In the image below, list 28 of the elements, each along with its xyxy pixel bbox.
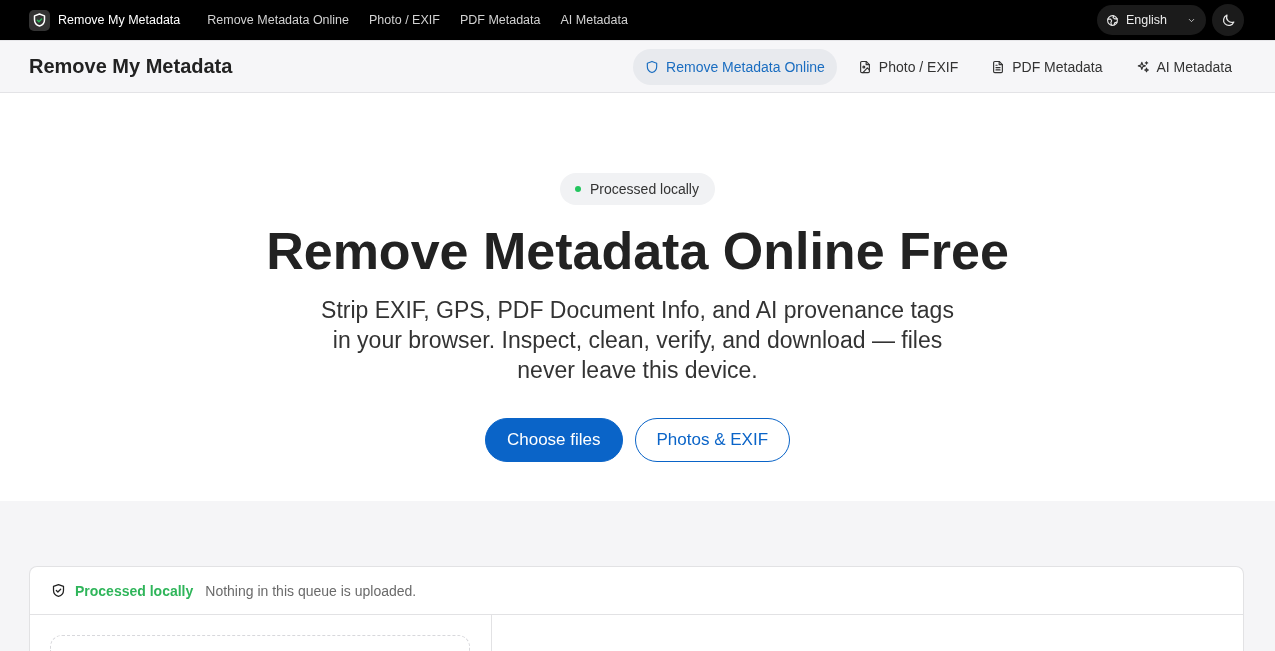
globe-icon: [1106, 13, 1119, 27]
status-dot-icon: [575, 186, 582, 192]
brand-link[interactable]: Remove My Metadata: [29, 9, 181, 31]
document-icon: [991, 59, 1006, 74]
nav-tab[interactable]: AI Metadata: [1123, 48, 1244, 85]
site-title: Remove My Metadata: [29, 55, 233, 78]
status-note: Nothing in this queue is uploaded.: [205, 582, 417, 599]
top-nav-link[interactable]: Remove Metadata Online: [207, 13, 350, 27]
language-select[interactable]: English: [1097, 5, 1206, 35]
hero-heading: Remove Metadata Online Free: [266, 221, 1009, 282]
status-label: Processed locally: [75, 582, 194, 599]
image-file-icon: [857, 59, 872, 74]
nav-tab[interactable]: Photo / EXIF: [845, 48, 971, 85]
moon-icon: [1220, 12, 1236, 28]
theme-toggle-button[interactable]: [1212, 4, 1244, 36]
hero-description: Strip EXIF, GPS, PDF Document Info, and AI provenance tags in your browser. Inspect, clean, verify, and download — files never leave this device.: [320, 296, 955, 385]
top-nav-link[interactable]: AI Metadata: [560, 13, 628, 27]
shield-logo-icon: [29, 9, 50, 31]
photos-exif-button[interactable]: Photos & EXIF: [634, 418, 791, 462]
choose-files-button[interactable]: Choose files: [484, 418, 623, 462]
shield-check-icon: [51, 583, 66, 598]
badge-label: Processed locally: [590, 181, 699, 197]
top-nav-link[interactable]: Photo / EXIF: [369, 13, 440, 27]
nav-tab[interactable]: PDF Metadata: [979, 48, 1115, 85]
shield-icon: [645, 59, 660, 74]
nav-tab[interactable]: Remove Metadata Online: [633, 48, 837, 85]
top-nav-link[interactable]: PDF Metadata: [459, 13, 541, 27]
sparkles-icon: [1135, 59, 1150, 74]
